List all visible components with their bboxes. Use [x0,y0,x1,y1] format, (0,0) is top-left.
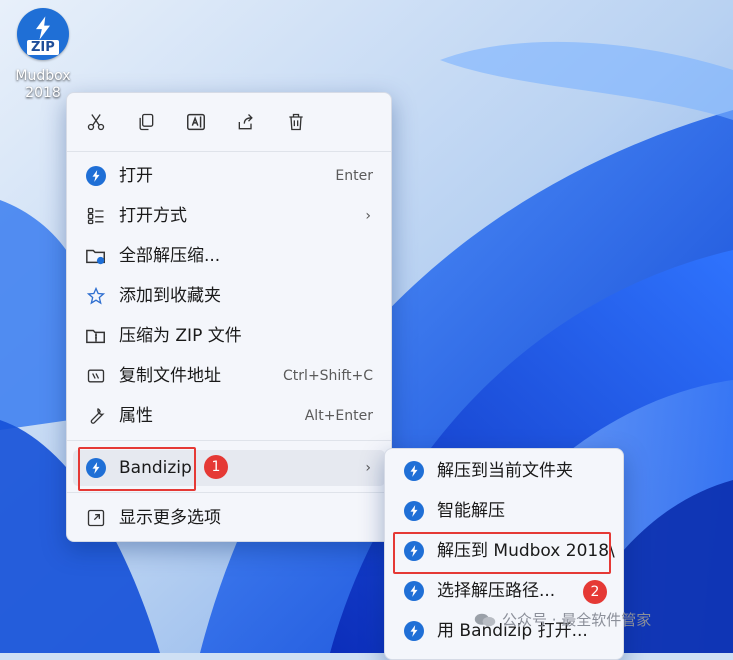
copy-icon [139,113,154,131]
menu-item-bandizip[interactable]: Bandizip › [73,450,385,486]
step-badge-1: 1 [204,455,228,479]
bandizip-icon [403,460,425,482]
menu-separator [67,440,391,441]
bandizip-zip-icon: ZIP [15,6,71,62]
menu-item-extract-all[interactable]: 全部解压缩... [73,238,385,274]
cut-button[interactable] [84,110,108,134]
menu-item-compress-zip[interactable]: 压缩为 ZIP 文件 [73,318,385,354]
zip-folder-icon [85,325,107,347]
bandizip-icon [403,500,425,522]
bandizip-icon [403,620,425,642]
bandizip-icon [85,165,107,187]
menu-item-open-with[interactable]: 打开方式 › [73,198,385,234]
submenu-item-extract-to-folder[interactable]: 解压到 Mudbox 2018\ [391,533,617,569]
watermark: 公众号 · 最全软件管家 [474,609,651,630]
star-icon [85,285,107,307]
menu-separator [67,492,391,493]
context-menu-toolbar [67,93,391,152]
desktop-file-icon[interactable]: ZIP Mudbox 2018 [6,6,80,102]
scissors-icon [87,114,105,131]
trash-icon [289,113,303,131]
submenu-item-smart-extract[interactable]: 智能解压 [391,493,617,529]
delete-button[interactable] [284,110,308,134]
bandizip-icon [403,540,425,562]
shortcut-label: Alt+Enter [304,408,373,424]
menu-item-show-more-options[interactable]: 显示更多选项 [73,500,385,536]
wrench-icon [85,405,107,427]
share-icon [238,114,253,130]
chevron-right-icon: › [365,208,371,224]
shortcut-label: Ctrl+Shift+C [283,368,373,384]
step-badge-2: 2 [583,580,607,604]
shortcut-label: Enter [335,168,373,184]
rename-icon [187,113,205,131]
open-with-icon [85,205,107,227]
menu-item-open[interactable]: 打开 Enter [73,158,385,194]
chevron-right-icon: › [365,460,371,476]
submenu-item-extract-here[interactable]: 解压到当前文件夹 [391,453,617,489]
menu-item-add-favorites[interactable]: 添加到收藏夹 [73,278,385,314]
zip-badge: ZIP [27,40,59,55]
menu-item-properties[interactable]: 属性 Alt+Enter [73,398,385,434]
expand-icon [85,507,107,529]
menu-item-copy-path[interactable]: 复制文件地址 Ctrl+Shift+C [73,358,385,394]
rename-button[interactable] [184,110,208,134]
copy-path-icon [85,365,107,387]
bandizip-icon [85,457,107,479]
bandizip-icon [403,580,425,602]
folder-extract-icon [85,245,107,267]
copy-button[interactable] [134,110,158,134]
wechat-icon [474,613,496,626]
share-button[interactable] [234,110,258,134]
context-menu: 打开 Enter 打开方式 › 全部解压缩... 添加到收藏夹 压缩为 ZIP … [66,92,392,542]
